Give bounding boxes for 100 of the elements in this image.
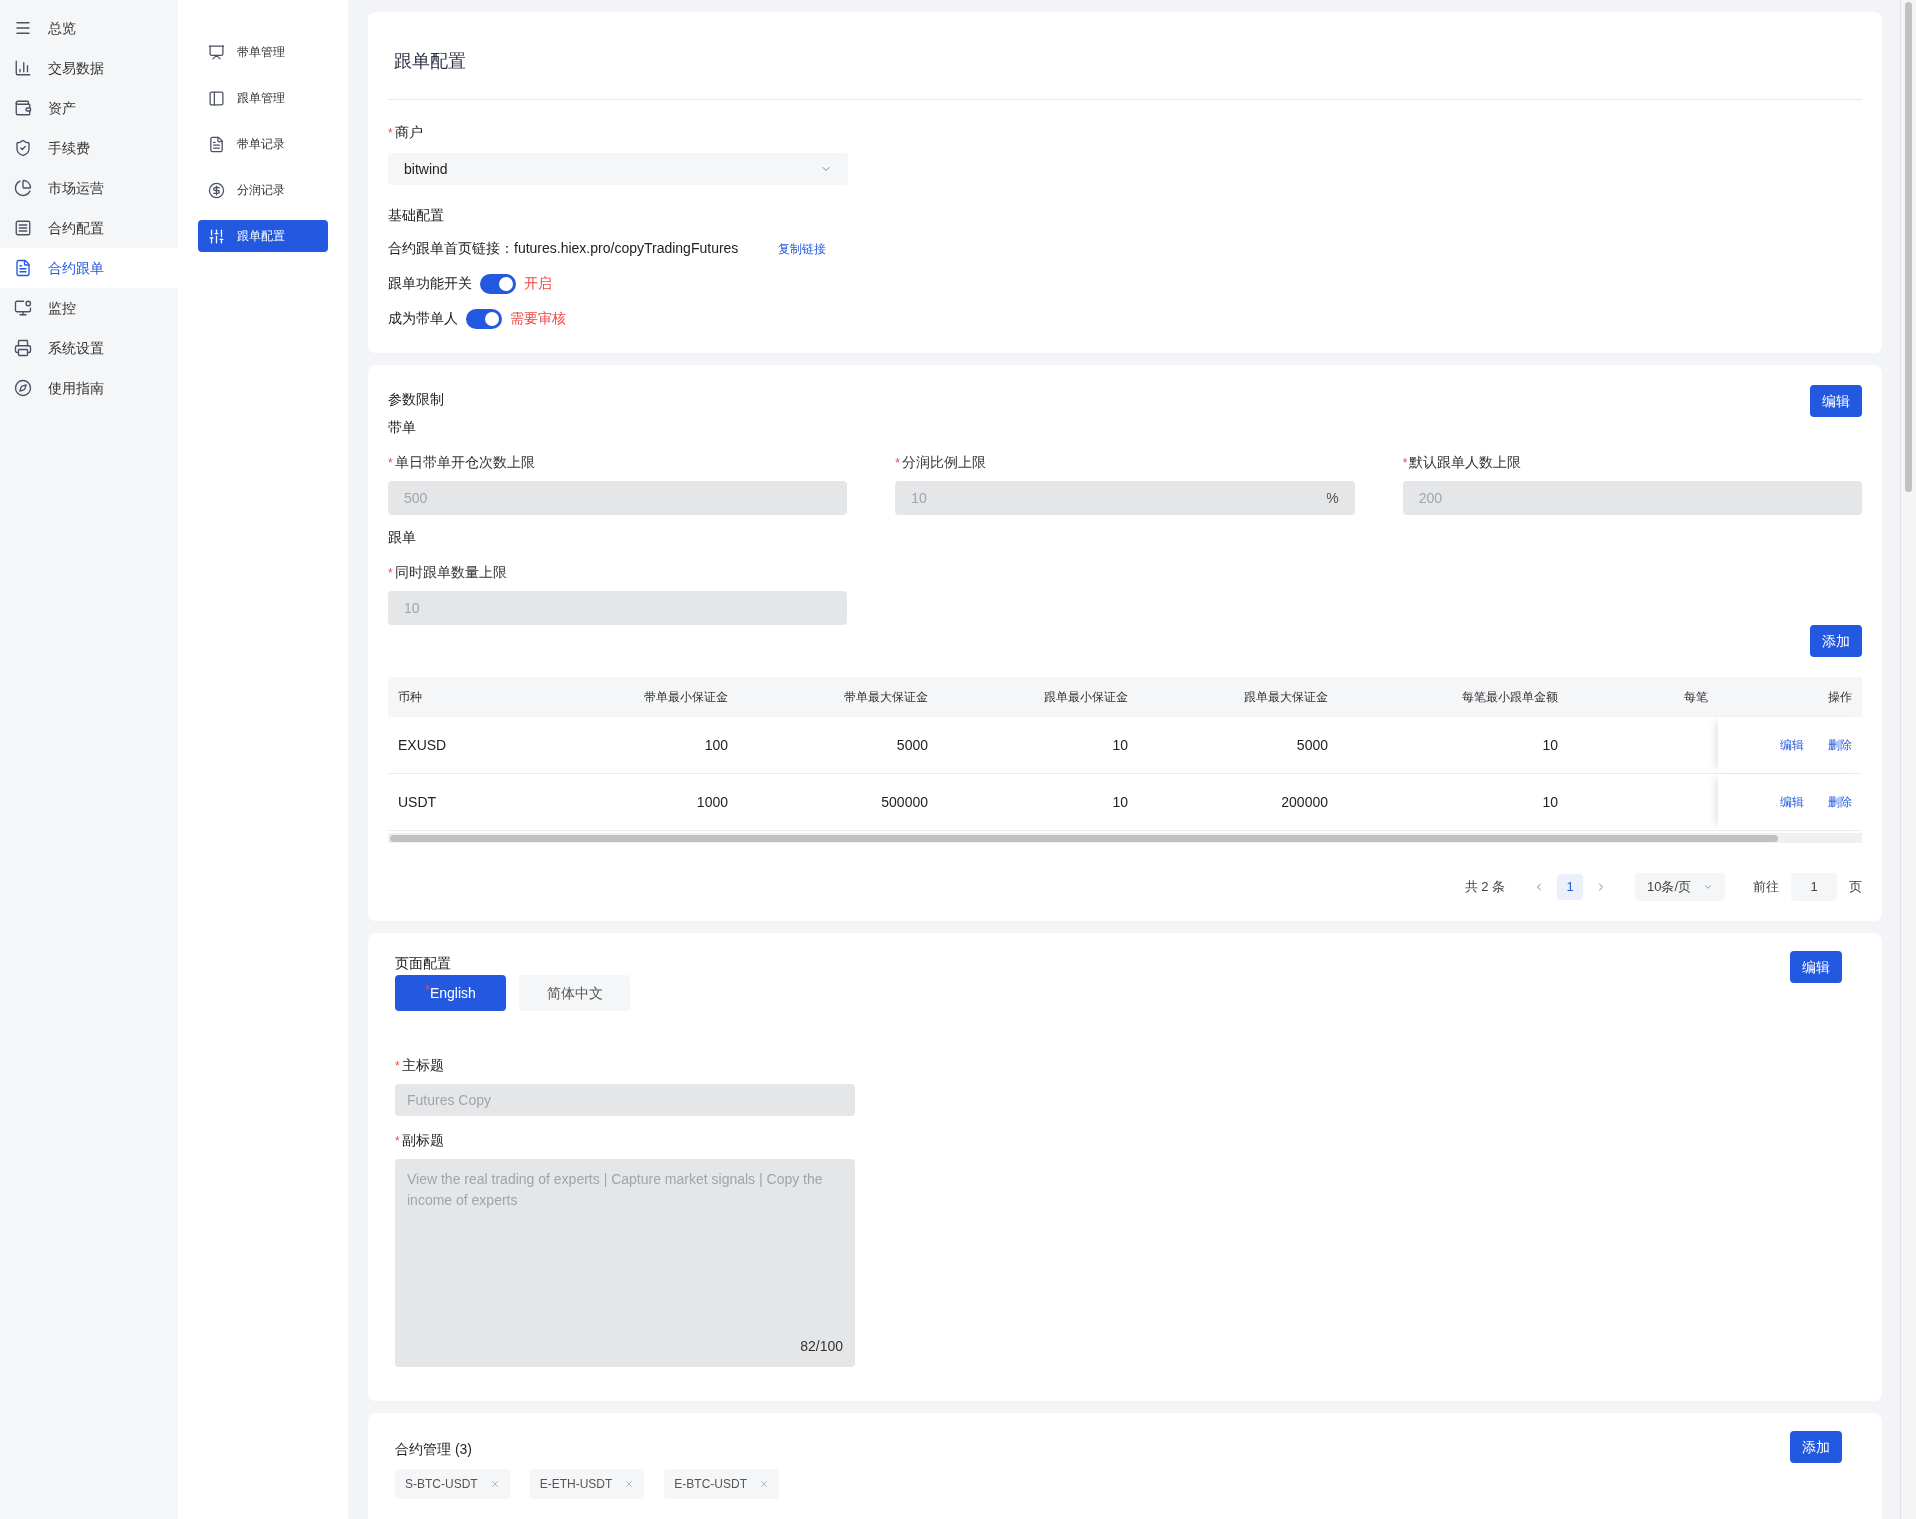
close-icon[interactable] (489, 1479, 500, 1489)
page-input[interactable]: 1 (1791, 873, 1837, 901)
link-value: futures.hiex.pro/copyTradingFutures (514, 239, 739, 258)
column-header: 操作 (1827, 689, 1853, 706)
sidebar-item[interactable]: 系统设置 (0, 328, 178, 368)
sidebar-item[interactable]: 交易数据 (0, 48, 178, 88)
field-label: 副标题 (401, 1131, 444, 1150)
caret-icon (1703, 882, 1713, 892)
field-label: 同时跟单数量上限 (394, 563, 507, 582)
contract-tag: S-BTC-USDT (395, 1469, 510, 1499)
table-cell-text: 5000 (895, 735, 929, 755)
table-cell-text: USDT (397, 792, 438, 812)
group-title: 跟单 (388, 528, 417, 547)
toggle-switch[interactable] (466, 308, 502, 329)
submenu-item[interactable]: 带单记录 (198, 128, 328, 160)
table-cell-text: 5000 (1295, 735, 1329, 755)
field-label: 主标题 (401, 1056, 444, 1075)
required-mark: * (895, 454, 900, 472)
close-icon[interactable] (624, 1479, 635, 1489)
language-tab[interactable]: *English (395, 975, 506, 1011)
sidebar-item[interactable]: 市场运营 (0, 168, 178, 208)
group-title: 带单 (388, 418, 417, 437)
document-icon (14, 219, 32, 237)
table-cell-text: 10 (1541, 735, 1559, 755)
add-button[interactable]: 添加 (1790, 1431, 1842, 1463)
submenu-item[interactable]: 跟单配置 (198, 220, 328, 252)
toggle-switch[interactable] (480, 273, 516, 294)
sidebar-item[interactable]: 资产 (0, 88, 178, 128)
page-title: 跟单配置 (388, 48, 1862, 100)
required-mark: * (395, 1132, 400, 1150)
submenu-item[interactable]: 带单管理 (198, 36, 328, 68)
sliders-icon (208, 227, 225, 245)
sidebar-item[interactable]: 总览 (0, 8, 178, 48)
board-icon (208, 43, 225, 61)
sidebar-item[interactable]: 合约跟单 (0, 248, 178, 288)
column-header: 币种 (397, 689, 423, 706)
character-counter: 82/100 (800, 1337, 843, 1356)
panel-icon (208, 89, 225, 107)
document-icon (208, 135, 225, 153)
chart-icon (14, 59, 32, 77)
section-heading: 合约管理 (3) (395, 1440, 472, 1459)
textarea-field[interactable]: View the real trading of experts | Capture market signals | Copy the income of experts 82/100 (395, 1159, 855, 1367)
action-link[interactable]: 删除 (1828, 736, 1852, 754)
sidebar-item[interactable]: 监控 (0, 288, 178, 328)
action-link[interactable]: 编辑 (1780, 736, 1804, 754)
total-count: 共 2 条 (1464, 878, 1505, 897)
page-size-select[interactable]: 10条/页 (1635, 873, 1725, 901)
contract-tag: E-BTC-USDT (664, 1469, 779, 1499)
section-heading: 参数限制 (388, 390, 444, 409)
action-link[interactable]: 删除 (1828, 793, 1852, 811)
close-icon[interactable] (759, 1479, 769, 1489)
column-header: 跟单最大保证金 (1243, 689, 1329, 706)
field-label: 单日带单开仓次数上限 (394, 453, 535, 472)
merchant-select[interactable]: bitwind (388, 153, 848, 185)
required-mark: * (388, 564, 393, 582)
horizontal-scrollbar[interactable] (388, 833, 1862, 843)
switch-label: 成为带单人 (388, 309, 458, 328)
copy-link[interactable]: 复制链接 (778, 239, 827, 258)
sidebar-item[interactable]: 合约配置 (0, 208, 178, 248)
required-mark: * (388, 454, 393, 472)
table-cell-text: 200000 (1280, 792, 1329, 812)
shield-icon (14, 139, 32, 157)
edit-button[interactable]: 编辑 (1810, 385, 1862, 417)
monitor-icon (14, 299, 32, 317)
switch-status: 需要审核 (510, 309, 566, 328)
page-number[interactable]: 1 (1557, 874, 1583, 900)
table-cell-text: 10 (1111, 792, 1129, 812)
contract-tag: E-ETH-USDT (529, 1469, 645, 1499)
required-mark: * (395, 1057, 400, 1075)
switch-status: 开启 (524, 274, 552, 293)
field-label: 商户 (394, 123, 423, 142)
table-cell-text: 1000 (695, 792, 729, 812)
table-cell-text: 500000 (880, 792, 929, 812)
required-mark: * (388, 124, 393, 142)
compass-icon (14, 379, 32, 397)
menu-icon (14, 19, 32, 37)
add-button[interactable]: 添加 (1810, 625, 1862, 657)
edit-button[interactable]: 编辑 (1790, 951, 1842, 983)
goto-label: 前往 (1753, 878, 1779, 897)
field-label: 分润比例上限 (902, 453, 986, 472)
column-header: 带单最大保证金 (843, 689, 929, 706)
link-label: 合约跟单首页链接： (388, 239, 514, 258)
sidebar-item[interactable]: 手续费 (0, 128, 178, 168)
column-header: 每笔最小跟单金额 (1461, 689, 1559, 706)
input-field[interactable]: 10 % (895, 481, 1355, 515)
column-header: 带单最小保证金 (643, 689, 729, 706)
table-cell-text: 100 (703, 735, 729, 755)
action-link[interactable]: 编辑 (1780, 793, 1804, 811)
submenu-item[interactable]: 跟单管理 (198, 82, 328, 114)
vertical-scrollbar[interactable] (1900, 0, 1916, 1519)
sidebar-item[interactable]: 使用指南 (0, 368, 178, 408)
language-tab[interactable]: 简体中文 (519, 975, 630, 1011)
table-cell-text: 10 (1541, 792, 1559, 812)
column-header: 每笔 (1683, 689, 1709, 706)
document-icon (14, 259, 32, 277)
switch-label: 跟单功能开关 (388, 274, 472, 293)
submenu-item[interactable]: 分润记录 (198, 174, 328, 206)
page-unit: 页 (1849, 878, 1862, 897)
field-label: 默认跟单人数上限 (1409, 453, 1522, 472)
dollar-icon (208, 181, 225, 199)
